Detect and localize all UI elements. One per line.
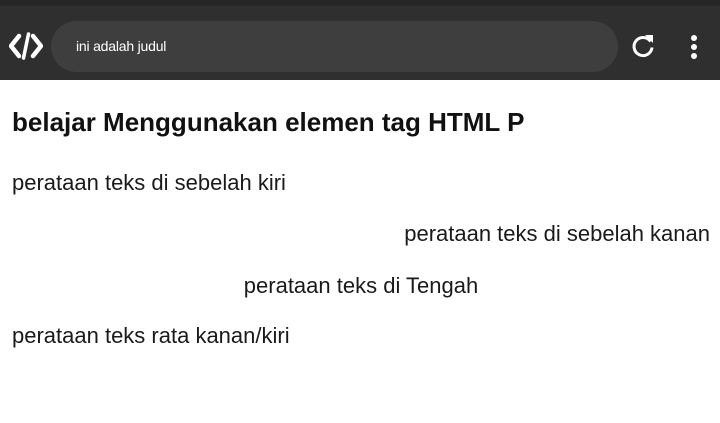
menu-dot — [691, 44, 697, 50]
kebab-menu-icon[interactable] — [684, 32, 704, 62]
code-brackets-icon[interactable] — [8, 31, 44, 61]
paragraph-center: perataan teks di Tengah — [243, 273, 479, 298]
page-heading: belajar Menggunakan elemen tag HTML P — [12, 107, 525, 137]
menu-dot — [691, 35, 697, 41]
paragraph-justify: perataan teks rata kanan/kiri — [12, 323, 290, 348]
reload-icon[interactable] — [629, 32, 657, 60]
menu-dot — [691, 53, 697, 59]
status-strip — [0, 0, 720, 6]
address-bar-text: ini adalah judul — [76, 38, 167, 54]
paragraph-left: perataan teks di sebelah kiri — [12, 170, 286, 195]
browser-toolbar: ini adalah judul — [0, 0, 720, 80]
address-bar[interactable]: ini adalah judul — [51, 21, 618, 72]
paragraph-right: perataan teks di sebelah kanan — [404, 221, 710, 246]
